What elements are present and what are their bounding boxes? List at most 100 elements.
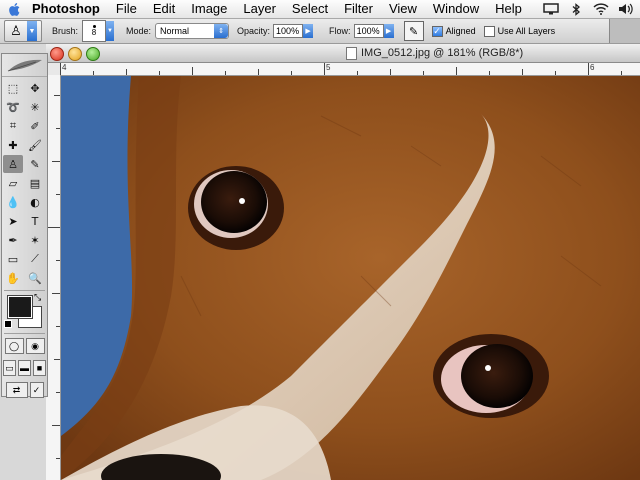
full-screen-menu-button[interactable]: ▬ — [18, 360, 31, 376]
brush-label: Brush: — [52, 26, 79, 36]
foreground-color-swatch[interactable] — [7, 295, 33, 319]
aligned-option[interactable]: ✓ Aligned — [431, 25, 476, 37]
full-screen-button[interactable]: ■ — [33, 360, 46, 376]
feather-icon — [7, 59, 42, 72]
slice-tool-icon[interactable]: ✐ — [25, 117, 45, 135]
volume-icon[interactable] — [618, 2, 634, 16]
palette-well[interactable] — [609, 19, 640, 43]
flow-label: Flow: — [329, 26, 351, 36]
vertical-ruler[interactable] — [46, 75, 61, 480]
menu-file[interactable]: File — [108, 0, 145, 18]
document-titlebar[interactable]: IMG_0512.jpg @ 181% (RGB/8*) — [46, 44, 640, 63]
ruler-label-4: 4 — [62, 63, 67, 72]
type-tool-icon[interactable]: T — [25, 212, 45, 230]
airbrush-toggle[interactable]: ✎ — [403, 21, 424, 41]
healing-brush-tool-icon[interactable]: ✚ — [3, 136, 23, 154]
apple-menu-icon[interactable] — [0, 0, 28, 18]
display-icon[interactable] — [543, 2, 559, 16]
toolbox-divider — [4, 290, 45, 291]
adobe-online-button[interactable] — [2, 54, 47, 77]
standard-mode-button[interactable]: ◯ — [4, 338, 24, 354]
menu-edit[interactable]: Edit — [145, 0, 183, 18]
clone-stamp-tool-icon[interactable]: ♙ — [3, 155, 23, 173]
menu-help[interactable]: Help — [487, 0, 530, 18]
default-colors-icon[interactable] — [4, 320, 12, 328]
notes-tool-icon[interactable]: ▭ — [3, 250, 23, 268]
tool-grid: ⬚ ✥ ➰ ✳ ⌗ ✐ ✚ 🖌 ♙ ✎ ▱ ▤ 💧 ◐ ➤ T ✒ ✶ ▭ ⟋ … — [2, 77, 47, 289]
shape-tool-icon[interactable]: ✶ — [25, 231, 45, 249]
pen-tool-icon[interactable]: ✒ — [3, 231, 23, 249]
use-all-layers-option[interactable]: Use All Layers — [483, 25, 556, 37]
menu-filter[interactable]: Filter — [336, 0, 381, 18]
mode-label: Mode: — [126, 26, 152, 36]
wifi-icon[interactable] — [593, 2, 609, 16]
move-tool-icon[interactable]: ✥ — [25, 79, 45, 97]
quick-mask-mode-button[interactable]: ◉ — [25, 338, 45, 354]
document-window: IMG_0512.jpg @ 181% (RGB/8*) 4 5 6 — [46, 44, 640, 480]
opacity-label: Opacity: — [237, 26, 271, 36]
color-swatches: ⤡ — [2, 292, 47, 332]
mode-select[interactable]: Normal ⇕ — [155, 23, 230, 39]
toolbox: ⬚ ✥ ➰ ✳ ⌗ ✐ ✚ 🖌 ♙ ✎ ▱ ▤ 💧 ◐ ➤ T ✒ ✶ ▭ ⟋ … — [1, 53, 48, 398]
path-selection-tool-icon[interactable]: ➤ — [3, 212, 23, 230]
menu-image[interactable]: Image — [183, 0, 235, 18]
zoom-tool-icon[interactable]: 🔍 — [25, 269, 45, 287]
document-title: IMG_0512.jpg @ 181% (RGB/8*) — [346, 44, 523, 62]
marquee-tool-icon[interactable]: ⬚ — [3, 79, 23, 97]
flow-slider-arrow[interactable]: ▶ — [383, 24, 394, 38]
gradient-tool-icon[interactable]: ▤ — [25, 174, 45, 192]
mode-value: Normal — [160, 26, 190, 36]
dodge-tool-icon[interactable]: ◐ — [25, 193, 45, 211]
hand-tool-icon[interactable]: ✋ — [3, 269, 23, 287]
tool-preset-picker[interactable]: ♙ ▼ — [4, 20, 42, 42]
check-icon[interactable]: ✓ — [29, 382, 44, 398]
horizontal-ruler[interactable]: 4 5 6 — [60, 63, 640, 76]
brush-dropdown-arrow[interactable]: ▼ — [106, 21, 115, 41]
menu-bar: Photoshop File Edit Image Layer Select F… — [0, 0, 640, 19]
document-title-text: IMG_0512.jpg @ 181% (RGB/8*) — [361, 47, 524, 59]
ruler-ticks — [60, 63, 622, 75]
brush-tool-icon[interactable]: 🖌 — [25, 136, 45, 154]
aligned-label: Aligned — [445, 26, 476, 36]
ruler-label-5: 5 — [326, 63, 331, 72]
menu-window[interactable]: Window — [425, 0, 487, 18]
brush-size: 8 — [91, 28, 97, 37]
opacity-slider-arrow[interactable]: ▶ — [303, 24, 314, 38]
updown-arrow-icon: ⇕ — [214, 24, 229, 38]
bluetooth-icon[interactable] — [568, 2, 584, 16]
menu-view[interactable]: View — [381, 0, 425, 18]
options-bar: ♙ ▼ Brush: 8 ▼ Mode: Normal ⇕ Opacity: 1… — [0, 19, 640, 44]
use-all-layers-checkbox[interactable] — [483, 25, 495, 37]
lasso-tool-icon[interactable]: ➰ — [3, 98, 23, 116]
mask-modes: ◯ ◉ — [2, 335, 47, 357]
brush-picker[interactable]: 8 — [82, 20, 107, 42]
screen-modes: ▭ ▬ ■ — [2, 357, 47, 379]
eraser-tool-icon[interactable]: ▱ — [3, 174, 23, 192]
use-all-layers-label: Use All Layers — [497, 26, 556, 36]
app-menu[interactable]: Photoshop — [28, 0, 108, 18]
ruler-label-6: 6 — [590, 63, 595, 72]
zoom-button[interactable] — [86, 47, 100, 61]
menu-layer[interactable]: Layer — [235, 0, 284, 18]
blur-tool-icon[interactable]: 💧 — [3, 193, 23, 211]
menu-extras — [543, 0, 634, 18]
flow-field[interactable]: 100% — [353, 24, 384, 38]
minimize-button[interactable] — [68, 47, 82, 61]
document-file-icon — [346, 46, 357, 60]
image-canvas[interactable] — [61, 76, 640, 480]
eyedropper-tool-icon[interactable]: ⟋ — [25, 250, 45, 268]
toolbox-divider-2 — [4, 333, 45, 334]
airbrush-icon: ✎ — [408, 25, 419, 38]
menu-select[interactable]: Select — [284, 0, 336, 18]
standard-screen-button[interactable]: ▭ — [3, 360, 16, 376]
magic-wand-tool-icon[interactable]: ✳ — [25, 98, 45, 116]
crop-tool-icon[interactable]: ⌗ — [3, 117, 23, 135]
swap-colors-icon[interactable]: ⤡ — [34, 292, 41, 303]
jump-to-imageready-button[interactable]: ⇄ — [5, 382, 28, 398]
opacity-field[interactable]: 100% — [273, 24, 304, 38]
aligned-checkbox[interactable]: ✓ — [431, 25, 443, 37]
vertical-ruler-ticks — [46, 95, 60, 459]
close-button[interactable] — [50, 47, 64, 61]
jump-to: ⇄ ✓ — [2, 379, 47, 401]
history-brush-tool-icon[interactable]: ✎ — [25, 155, 45, 173]
